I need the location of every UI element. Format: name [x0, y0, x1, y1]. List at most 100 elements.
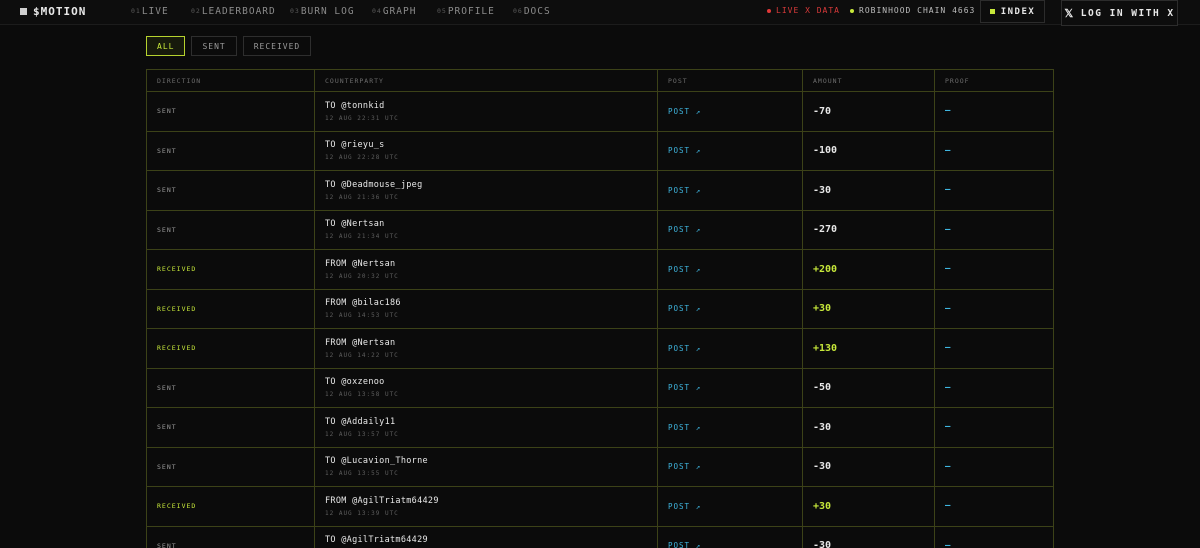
post-link[interactable]: POST ↗ [668, 344, 701, 353]
counterparty-cell: FROM @Nertsan 12 AUG 14:22 UTC [315, 329, 658, 368]
proof-cell: — [935, 408, 1053, 447]
amount-value: -30 [813, 184, 832, 196]
amount-value: -30 [813, 461, 832, 473]
counterparty-handle[interactable]: TO @tonnkid [325, 101, 385, 111]
post-link[interactable]: POST ↗ [668, 462, 701, 471]
post-cell: POST ↗ [658, 408, 803, 447]
table-row: RECEIVED FROM @bilac186 12 AUG 14:53 UTC PO… [147, 289, 1053, 329]
proof-value: — [945, 540, 951, 548]
nav-live[interactable]: 01LIVE [131, 6, 169, 17]
direction-cell: SENT [147, 92, 315, 131]
timestamp: 12 AUG 14:22 UTC [325, 351, 399, 359]
nav-graph[interactable]: 04GRAPH [372, 6, 416, 17]
counterparty-handle[interactable]: FROM @bilac186 [325, 298, 401, 308]
proof-cell: — [935, 250, 1053, 289]
table-row: SENT TO @Addaily11 12 AUG 13:57 UTC POST ↗ -… [147, 408, 1053, 448]
counterparty-handle[interactable]: TO @Addaily11 [325, 417, 395, 427]
direction-label: SENT [157, 541, 177, 548]
amount-cell: +30 [803, 487, 935, 526]
amount-cell: -100 [803, 131, 935, 170]
post-link[interactable]: POST ↗ [668, 186, 701, 195]
brand[interactable]: $MOTION [20, 5, 86, 18]
counterparty-handle[interactable]: FROM @Nertsan [325, 338, 395, 348]
amount-value: +30 [813, 303, 832, 315]
timestamp: 12 AUG 13:55 UTC [325, 470, 399, 478]
post-link[interactable]: POST ↗ [668, 304, 701, 313]
post-link[interactable]: POST ↗ [668, 383, 701, 392]
index-button[interactable]: INDEX [980, 0, 1045, 23]
counterparty-handle[interactable]: FROM @AgilTriatm64429 [325, 496, 439, 506]
counterparty-cell: TO @oxzenoo 12 AUG 13:58 UTC [315, 368, 658, 407]
live-dot-icon [767, 8, 771, 13]
counterparty-handle[interactable]: TO @Lucavion_Thorne [325, 456, 428, 466]
post-link[interactable]: POST ↗ [668, 541, 701, 548]
timestamp: 12 AUG 22:31 UTC [325, 114, 399, 122]
table-row: SENT TO @Lucavion_Thorne 12 AUG 13:55 UTC P… [147, 447, 1053, 487]
amount-value: -70 [813, 105, 832, 117]
nav-profile[interactable]: 05PROFILE [437, 6, 495, 17]
counterparty-handle[interactable]: FROM @Nertsan [325, 259, 395, 269]
proof-value: — [945, 461, 951, 472]
proof-value: — [945, 224, 951, 235]
nav-docs[interactable]: 06DOCS [513, 6, 551, 17]
post-link[interactable]: POST ↗ [668, 502, 701, 511]
proof-value: — [945, 145, 951, 156]
proof-cell: — [935, 92, 1053, 131]
x-logo-icon: 𝕏 [1064, 6, 1075, 20]
amount-value: +130 [813, 342, 838, 354]
counterparty-cell: FROM @Nertsan 12 AUG 20:32 UTC [315, 250, 658, 289]
nav-leaderboard[interactable]: 02LEADERBOARD [191, 6, 276, 17]
counterparty-cell: FROM @bilac186 12 AUG 14:53 UTC [315, 289, 658, 328]
nav-burn-log[interactable]: 03BURN LOG [290, 6, 355, 17]
post-link[interactable]: POST ↗ [668, 265, 701, 274]
login-with-x-button[interactable]: 𝕏 LOG IN WITH X [1061, 0, 1178, 26]
post-link[interactable]: POST ↗ [668, 146, 701, 155]
counterparty-handle[interactable]: TO @oxzenoo [325, 377, 385, 387]
nav-number: 03 [290, 7, 300, 15]
direction-cell: RECEIVED [147, 329, 315, 368]
direction-label: SENT [157, 462, 177, 471]
post-cell: POST ↗ [658, 526, 803, 548]
chain-label: ROBINHOOD CHAIN 4663 [859, 6, 976, 15]
live-data-label: LIVE X DATA [776, 6, 840, 15]
nav-number: 06 [513, 7, 523, 15]
direction-label: SENT [157, 423, 177, 432]
post-link[interactable]: POST ↗ [668, 107, 701, 116]
post-cell: POST ↗ [658, 368, 803, 407]
post-link[interactable]: POST ↗ [668, 225, 701, 234]
counterparty-handle[interactable]: TO @Nertsan [325, 219, 385, 229]
direction-label: RECEIVED [157, 502, 197, 511]
proof-cell: — [935, 527, 1053, 548]
post-cell: POST ↗ [658, 250, 803, 289]
amount-cell: -30 [803, 408, 935, 447]
amount-cell: +130 [803, 329, 935, 368]
post-link[interactable]: POST ↗ [668, 423, 701, 432]
header-post: POST [658, 70, 803, 91]
proof-cell: — [935, 487, 1053, 526]
filter-received[interactable]: RECEIVED [242, 36, 312, 56]
amount-value: -270 [813, 224, 838, 236]
amount-cell: -270 [803, 210, 935, 249]
proof-value: — [945, 185, 951, 196]
post-cell: POST ↗ [658, 210, 803, 249]
proof-cell: — [935, 132, 1053, 171]
post-cell: POST ↗ [658, 329, 803, 368]
amount-cell: +200 [803, 250, 935, 289]
table-row: RECEIVED FROM @AgilTriatm64429 12 AUG 13:3… [147, 487, 1053, 527]
amount-value: -50 [813, 382, 832, 394]
counterparty-cell: TO @Lucavion_Thorne 12 AUG 13:55 UTC [315, 447, 658, 486]
counterparty-handle[interactable]: TO @Deadmouse_jpeg [325, 180, 423, 190]
direction-label: SENT [157, 146, 177, 155]
amount-cell: -30 [803, 526, 935, 548]
counterparty-cell: TO @Deadmouse_jpeg 12 AUG 21:36 UTC [315, 171, 658, 210]
counterparty-handle[interactable]: TO @rieyu_s [325, 140, 385, 150]
direction-filters: ALL SENT RECEIVED [146, 36, 312, 56]
timestamp: 12 AUG 20:32 UTC [325, 272, 399, 280]
amount-value: +30 [813, 500, 832, 512]
post-cell: POST ↗ [658, 447, 803, 486]
filter-sent[interactable]: SENT [191, 36, 237, 56]
timestamp: 12 AUG 13:39 UTC [325, 509, 399, 517]
nav-number: 01 [131, 7, 141, 15]
counterparty-handle[interactable]: TO @AgilTriatm64429 [325, 535, 428, 545]
filter-all[interactable]: ALL [146, 36, 186, 56]
